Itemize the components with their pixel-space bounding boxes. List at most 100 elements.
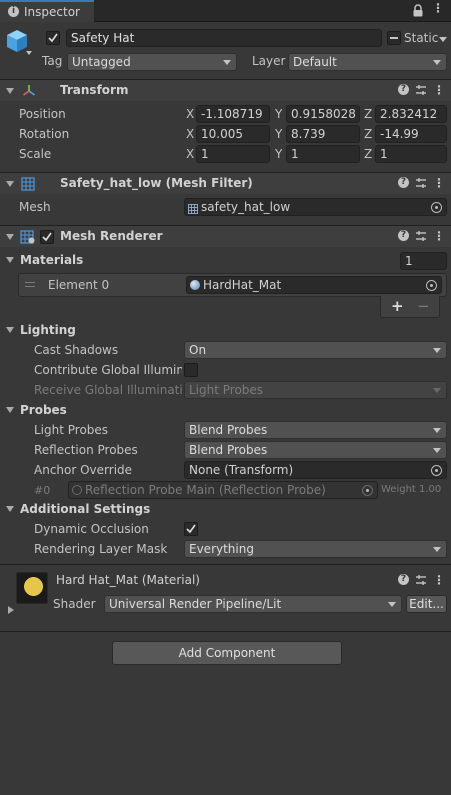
cast-shadows-dropdown[interactable]: On — [184, 341, 447, 359]
more-options-icon[interactable]: ⋮ — [433, 84, 445, 96]
tag-label: Tag — [42, 54, 63, 68]
tag-value: Untagged — [72, 55, 131, 69]
chevron-down-icon — [433, 547, 441, 552]
receive-gi-dropdown: Light Probes — [184, 381, 447, 399]
more-options-icon[interactable]: ⋮ — [433, 574, 445, 586]
foldout-arrow-icon[interactable] — [6, 234, 14, 240]
position-z-label[interactable]: Z — [364, 107, 372, 121]
material-value: HardHat_Mat — [203, 278, 282, 292]
material-preview-icon[interactable] — [16, 572, 48, 604]
anchor-override-label: Anchor Override — [34, 463, 133, 477]
layer-label: Layer — [252, 54, 286, 68]
position-z-input[interactable]: 2.832412 — [375, 105, 447, 123]
help-icon[interactable]: ? — [398, 230, 409, 241]
preset-icon[interactable] — [415, 574, 427, 586]
chevron-down-icon — [433, 348, 441, 353]
lighting-label[interactable]: Lighting — [20, 323, 76, 337]
materials-label[interactable]: Materials — [20, 253, 83, 267]
mesh-filter-header[interactable]: Safety_hat_low (Mesh Filter) ? ⋮ — [0, 172, 451, 194]
foldout-arrow-icon[interactable] — [6, 181, 14, 187]
element-0-label: Element 0 — [48, 278, 110, 292]
dynamic-occlusion-checkbox[interactable] — [184, 522, 198, 536]
preset-icon[interactable] — [415, 177, 427, 189]
scale-y-input[interactable]: 1 — [286, 145, 360, 163]
scale-x-input[interactable]: 1 — [196, 145, 270, 163]
edit-shader-button[interactable]: Edit... — [406, 595, 447, 613]
materials-list: Element 0 HardHat_Mat — [18, 273, 447, 297]
transform-header[interactable]: Transform ? ⋮ — [0, 79, 451, 101]
shader-dropdown[interactable]: Universal Render Pipeline/Lit — [104, 595, 402, 613]
shader-label: Shader — [53, 597, 96, 611]
receive-gi-label: Receive Global Illumination — [34, 383, 182, 397]
active-checkbox[interactable] — [46, 31, 60, 45]
reflection-probes-dropdown[interactable]: Blend Probes — [184, 441, 447, 459]
object-name-input[interactable]: Safety Hat — [66, 29, 382, 47]
tab-inspector-label: Inspector — [24, 5, 80, 19]
material-foldout-icon[interactable] — [8, 606, 14, 614]
lighting-foldout-icon[interactable] — [6, 327, 14, 333]
additional-settings-foldout-icon[interactable] — [6, 506, 14, 512]
help-icon[interactable]: ? — [398, 177, 409, 188]
rotation-z-input[interactable]: -14.99 — [375, 125, 447, 143]
chevron-down-icon — [433, 60, 441, 65]
more-options-icon[interactable]: ⋮ — [432, 2, 444, 14]
chevron-down-icon — [223, 60, 231, 65]
shader-value: Universal Render Pipeline/Lit — [109, 597, 282, 611]
probes-label[interactable]: Probes — [20, 403, 67, 417]
light-probes-dropdown[interactable]: Blend Probes — [184, 421, 447, 439]
add-element-button[interactable]: + — [391, 297, 404, 315]
static-checkbox[interactable] — [387, 31, 401, 45]
more-options-icon[interactable]: ⋮ — [433, 230, 445, 242]
layer-dropdown[interactable]: Default — [288, 53, 447, 71]
preset-icon[interactable] — [415, 230, 427, 242]
mesh-object-field[interactable]: safety_hat_low — [184, 198, 447, 216]
object-picker-icon[interactable] — [431, 465, 442, 476]
add-component-button[interactable]: Add Component — [112, 641, 342, 665]
chevron-down-icon[interactable] — [26, 51, 32, 55]
scale-y-label[interactable]: Y — [275, 147, 282, 161]
object-picker-icon[interactable] — [431, 202, 442, 213]
object-picker-icon[interactable] — [426, 280, 437, 291]
help-icon[interactable]: ? — [398, 84, 409, 95]
rendering-layer-mask-dropdown[interactable]: Everything — [184, 540, 447, 558]
rotation-x-label[interactable]: X — [186, 127, 194, 141]
position-y-label[interactable]: Y — [275, 107, 282, 121]
mesh-renderer-header[interactable]: Mesh Renderer ? ⋮ — [0, 225, 451, 247]
materials-foldout-icon[interactable] — [6, 257, 14, 263]
reflection-probes-label: Reflection Probes — [34, 443, 138, 457]
position-x-input[interactable]: -1.108719 — [196, 105, 270, 123]
material-object-field[interactable]: HardHat_Mat — [186, 276, 442, 294]
chevron-down-icon — [433, 388, 441, 393]
more-options-icon[interactable]: ⋮ — [433, 177, 445, 189]
static-dropdown-icon[interactable] — [439, 37, 447, 42]
light-probes-value: Blend Probes — [189, 423, 268, 437]
position-x-label[interactable]: X — [186, 107, 194, 121]
tag-dropdown[interactable]: Untagged — [67, 53, 237, 71]
probe-index: #0 — [34, 484, 51, 497]
materials-count-input[interactable]: 1 — [400, 252, 447, 270]
foldout-arrow-icon[interactable] — [6, 88, 14, 94]
drag-handle-icon[interactable] — [25, 282, 35, 287]
transform-title: Transform — [60, 83, 129, 97]
lock-icon[interactable] — [412, 4, 424, 20]
contribute-gi-checkbox[interactable] — [184, 363, 198, 377]
probes-foldout-icon[interactable] — [6, 407, 14, 413]
rotation-z-label[interactable]: Z — [364, 127, 372, 141]
rendering-layer-mask-value: Everything — [189, 542, 254, 556]
scale-z-label[interactable]: Z — [364, 147, 372, 161]
rotation-y-label[interactable]: Y — [275, 127, 282, 141]
help-icon[interactable]: ? — [398, 574, 409, 585]
preset-icon[interactable] — [415, 84, 427, 96]
remove-element-button[interactable]: − — [417, 297, 430, 315]
rotation-x-input[interactable]: 10.005 — [196, 125, 270, 143]
material-sphere-icon — [190, 280, 200, 290]
position-y-input[interactable]: 0.9158028 — [286, 105, 360, 123]
scale-x-label[interactable]: X — [186, 147, 194, 161]
anchor-override-field[interactable]: None (Transform) — [184, 461, 447, 479]
scale-z-input[interactable]: 1 — [375, 145, 447, 163]
mesh-filter-title: Safety_hat_low (Mesh Filter) — [60, 176, 253, 190]
additional-settings-label[interactable]: Additional Settings — [20, 502, 150, 516]
mesh-renderer-enabled-checkbox[interactable] — [40, 230, 54, 244]
tab-inspector[interactable]: i Inspector — [0, 0, 94, 22]
rotation-y-input[interactable]: 8.739 — [286, 125, 360, 143]
